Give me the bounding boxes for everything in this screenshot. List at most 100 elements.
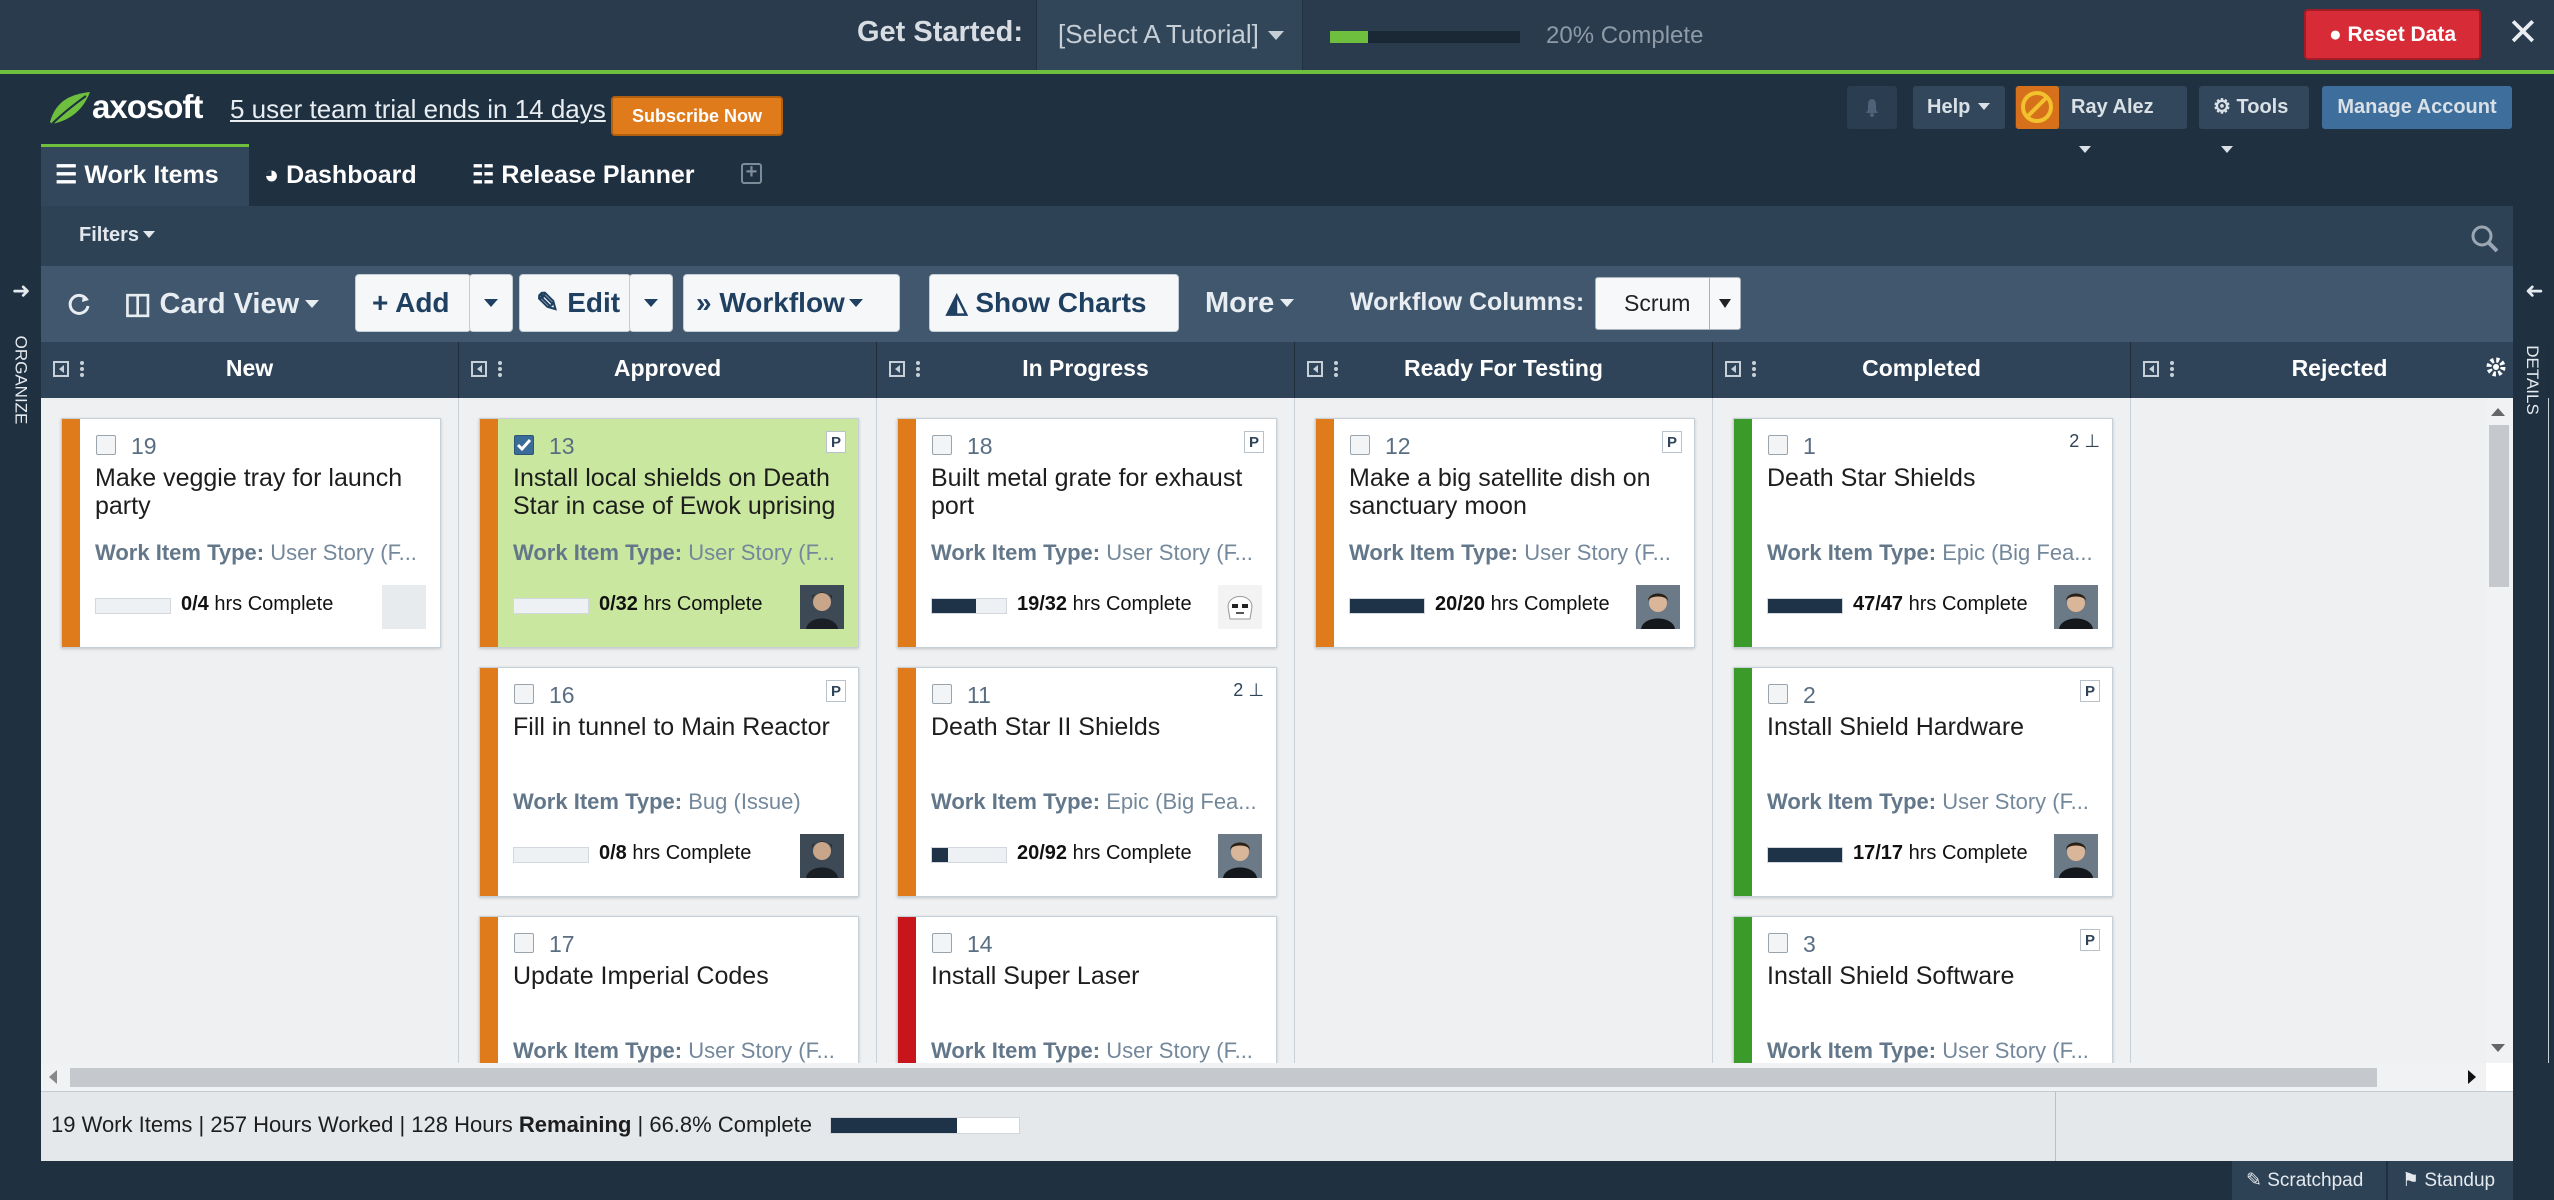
card-title[interactable]: Make a big satellite dish on sanctuary m… xyxy=(1349,464,1679,520)
edit-button[interactable]: ✎ Edit xyxy=(519,274,631,332)
workflow-button[interactable]: » Workflow xyxy=(683,274,900,332)
column-header[interactable]: Approved xyxy=(459,342,877,398)
column-header[interactable]: Ready For Testing xyxy=(1295,342,1713,398)
organize-side-toggle[interactable]: ➜ ORGANIZE xyxy=(0,270,41,450)
assignee-avatar[interactable] xyxy=(1636,585,1680,629)
subscribe-now-button[interactable]: Subscribe Now xyxy=(611,96,783,136)
assignee-avatar[interactable] xyxy=(800,834,844,878)
standup-button[interactable]: ⚑ Standup xyxy=(2388,1161,2513,1200)
edit-dropdown-button[interactable] xyxy=(629,274,673,332)
workflow-columns-select[interactable]: Scrum xyxy=(1595,277,1741,330)
assignee-avatar[interactable] xyxy=(800,585,844,629)
search-icon[interactable] xyxy=(2470,224,2500,254)
assignee-avatar[interactable] xyxy=(382,585,426,629)
tab-work-items[interactable]: ☰ Work Items xyxy=(41,144,249,206)
child-items-badge[interactable]: 2 ⊥ xyxy=(1233,680,1264,701)
card-id[interactable]: 17 xyxy=(549,931,575,958)
close-icon[interactable]: ✕ xyxy=(2507,14,2539,52)
card-title[interactable]: Fill in tunnel to Main Reactor xyxy=(513,713,843,741)
horizontal-scroll-thumb[interactable] xyxy=(70,1068,2377,1087)
add-dropdown-button[interactable] xyxy=(469,274,513,332)
card-checkbox[interactable] xyxy=(96,435,116,455)
work-item-card[interactable]: 1 Death Star Shields Work Item Type: Epic … xyxy=(1733,418,2113,648)
card-id[interactable]: 2 xyxy=(1803,682,1816,709)
card-id[interactable]: 12 xyxy=(1385,433,1411,460)
board-settings-gear-icon[interactable] xyxy=(2483,354,2509,380)
user-avatar[interactable] xyxy=(2016,86,2059,129)
card-checkbox[interactable] xyxy=(514,933,534,953)
collapse-column-icon[interactable] xyxy=(889,360,923,378)
tools-button[interactable]: ⚙ Tools xyxy=(2199,86,2309,153)
assignee-avatar[interactable] xyxy=(2054,834,2098,878)
card-id[interactable]: 3 xyxy=(1803,931,1816,958)
column-header[interactable]: In Progress xyxy=(877,342,1295,398)
collapse-column-icon[interactable] xyxy=(1725,360,1759,378)
work-item-card[interactable]: 18 Built metal grate for exhaust port Work… xyxy=(897,418,1277,648)
trial-notice-link[interactable]: 5 user team trial ends in 14 days xyxy=(230,94,606,125)
work-item-card[interactable]: 2 Install Shield Hardware Work Item Type: … xyxy=(1733,667,2113,897)
card-title[interactable]: Make veggie tray for launch party xyxy=(95,464,425,520)
scroll-up-arrow-icon[interactable] xyxy=(2491,408,2505,416)
reset-data-button[interactable]: ● Reset Data xyxy=(2304,9,2481,60)
card-title[interactable]: Built metal grate for exhaust port xyxy=(931,464,1261,520)
assignee-avatar[interactable] xyxy=(1218,585,1262,629)
notifications-button[interactable] xyxy=(1847,86,1897,129)
logo-text[interactable]: axosoft xyxy=(92,88,203,126)
vertical-scroll-thumb[interactable] xyxy=(2489,425,2509,587)
column-header[interactable]: Completed xyxy=(1713,342,2131,398)
add-tab-plus-icon[interactable]: + xyxy=(741,162,762,184)
scroll-down-arrow-icon[interactable] xyxy=(2491,1044,2505,1052)
card-id[interactable]: 16 xyxy=(549,682,575,709)
work-item-card[interactable]: 16 Fill in tunnel to Main Reactor Work Ite… xyxy=(479,667,859,897)
work-item-card[interactable]: 11 Death Star II Shields Work Item Type: E… xyxy=(897,667,1277,897)
work-item-card[interactable]: 13 Install local shields on Death Star in… xyxy=(479,418,859,648)
card-id[interactable]: 11 xyxy=(967,682,991,709)
card-id[interactable]: 18 xyxy=(967,433,993,460)
card-title[interactable]: Install local shields on Death Star in c… xyxy=(513,464,843,520)
card-title[interactable]: Install Super Laser xyxy=(931,962,1261,990)
tab-release-planner[interactable]: ☷ Release Planner xyxy=(472,144,695,206)
scratchpad-button[interactable]: ✎ Scratchpad xyxy=(2232,1161,2386,1200)
card-checkbox[interactable] xyxy=(1768,684,1788,704)
card-title[interactable]: Death Star Shields xyxy=(1767,464,2097,492)
card-checkbox[interactable] xyxy=(514,435,534,455)
card-id[interactable]: 13 xyxy=(549,433,575,460)
collapse-column-icon[interactable] xyxy=(471,360,505,378)
card-title[interactable]: Install Shield Software xyxy=(1767,962,2097,990)
tutorial-select[interactable]: [Select A Tutorial] xyxy=(1036,0,1303,70)
card-id[interactable]: 1 xyxy=(1803,433,1816,460)
card-checkbox[interactable] xyxy=(932,933,952,953)
card-checkbox[interactable] xyxy=(1350,435,1370,455)
work-item-card[interactable]: 19 Make veggie tray for launch party Work … xyxy=(61,418,441,648)
assignee-avatar[interactable] xyxy=(2054,585,2098,629)
column-header[interactable]: New xyxy=(41,342,459,398)
help-button[interactable]: Help xyxy=(1913,86,2005,129)
scroll-right-arrow-icon[interactable] xyxy=(2468,1070,2476,1084)
card-checkbox[interactable] xyxy=(932,435,952,455)
collapse-column-icon[interactable] xyxy=(1307,360,1341,378)
assignee-avatar[interactable] xyxy=(1218,834,1262,878)
work-item-card[interactable]: 12 Make a big satellite dish on sanctuary… xyxy=(1315,418,1695,648)
card-id[interactable]: 14 xyxy=(967,931,993,958)
card-checkbox[interactable] xyxy=(932,684,952,704)
show-charts-button[interactable]: ◭ Show Charts xyxy=(929,274,1179,332)
scroll-left-arrow-icon[interactable] xyxy=(49,1070,57,1084)
card-id[interactable]: 19 xyxy=(131,433,157,460)
card-checkbox[interactable] xyxy=(514,684,534,704)
collapse-column-icon[interactable] xyxy=(2143,360,2177,378)
manage-account-button[interactable]: Manage Account xyxy=(2322,86,2512,129)
card-checkbox[interactable] xyxy=(1768,933,1788,953)
details-side-toggle[interactable]: ➜ DETAILS xyxy=(2513,270,2554,450)
card-view-dropdown[interactable]: ◫ Card View xyxy=(124,286,320,321)
filters-dropdown[interactable]: Filters xyxy=(79,224,156,247)
card-title[interactable]: Update Imperial Codes xyxy=(513,962,843,990)
card-checkbox[interactable] xyxy=(1768,435,1788,455)
tab-dashboard[interactable]: ◕ Dashboard xyxy=(264,144,417,206)
add-button[interactable]: + Add xyxy=(355,274,471,332)
collapse-column-icon[interactable] xyxy=(53,360,87,378)
child-items-badge[interactable]: 2 ⊥ xyxy=(2069,431,2100,452)
more-dropdown[interactable]: More xyxy=(1205,287,1295,320)
card-title[interactable]: Install Shield Hardware xyxy=(1767,713,2097,741)
refresh-icon[interactable] xyxy=(66,291,92,317)
card-title[interactable]: Death Star II Shields xyxy=(931,713,1261,741)
